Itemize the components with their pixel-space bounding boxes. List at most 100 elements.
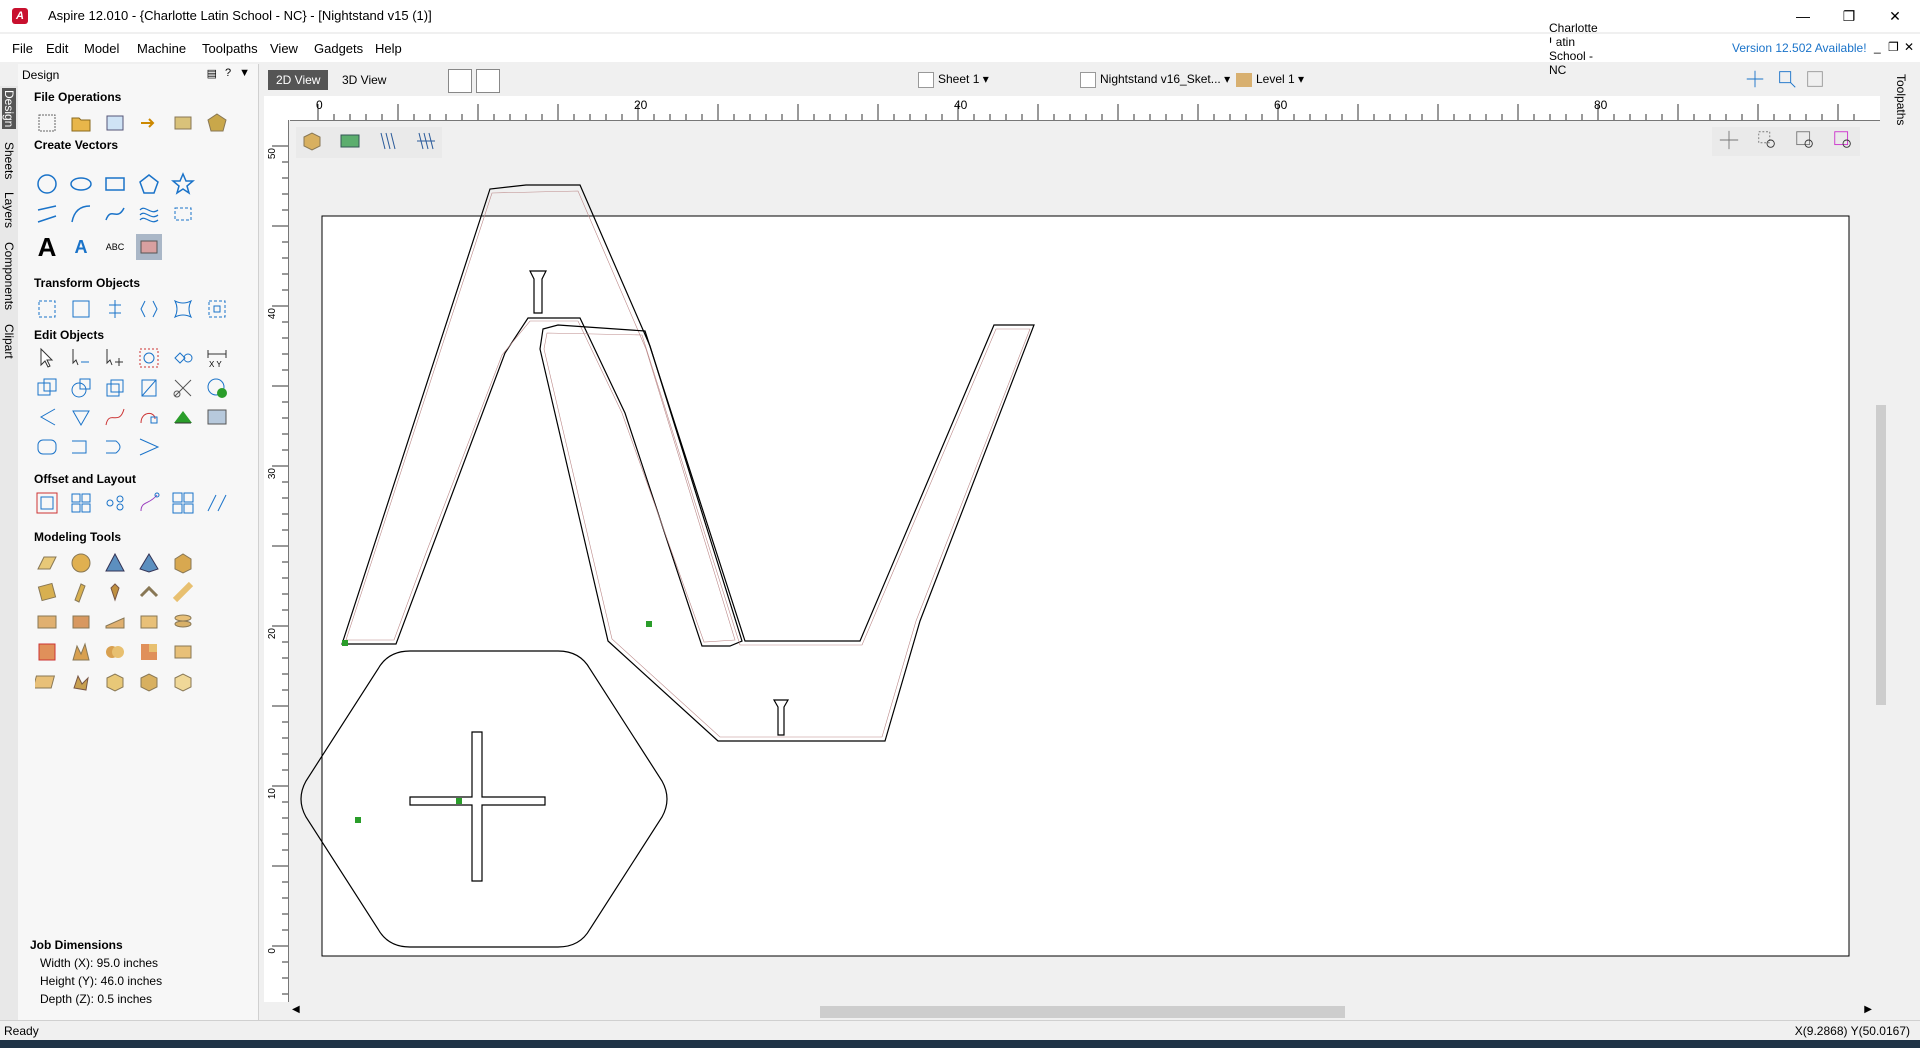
distort-model-icon[interactable] <box>136 609 162 635</box>
emboss-icon[interactable] <box>68 669 94 695</box>
smooth-curve-icon[interactable] <box>102 404 128 430</box>
shape-editor-icon[interactable] <box>34 550 60 576</box>
draw-hatch-icon[interactable] <box>136 201 162 227</box>
help-icon[interactable]: ? <box>225 67 231 80</box>
subtract-icon[interactable] <box>68 375 94 401</box>
doc-close-icon[interactable]: ✕ <box>1904 40 1914 54</box>
dogbone-icon[interactable] <box>136 434 162 460</box>
node-edit-icon[interactable] <box>68 345 94 371</box>
extrude-icon[interactable] <box>34 579 60 605</box>
transform-mode-icon[interactable] <box>102 345 128 371</box>
draw-rectangle-icon[interactable] <box>102 171 128 197</box>
label-layout-icon[interactable] <box>170 490 196 516</box>
image-vector-icon[interactable] <box>204 404 230 430</box>
menu-gadgets[interactable]: Gadgets <box>314 41 363 56</box>
split-horizontal-icon[interactable] <box>448 69 472 93</box>
grid-toggle-icon[interactable] <box>1804 68 1828 90</box>
draw-circle-icon[interactable] <box>34 171 60 197</box>
dome-icon[interactable] <box>68 550 94 576</box>
horizontal-scroll-thumb[interactable] <box>820 1006 1345 1018</box>
cube-icon[interactable] <box>170 550 196 576</box>
menu-edit[interactable]: Edit <box>46 41 68 56</box>
dimensions-toggle-icon[interactable] <box>1776 68 1800 90</box>
slice-icon[interactable] <box>136 639 162 665</box>
chisel-icon[interactable] <box>102 579 128 605</box>
weld-icon[interactable] <box>34 375 60 401</box>
draw-star-icon[interactable] <box>170 171 196 197</box>
intersect-icon[interactable] <box>102 375 128 401</box>
copy-along-icon[interactable] <box>102 490 128 516</box>
prism-icon[interactable] <box>102 550 128 576</box>
drawing-canvas[interactable] <box>290 121 1870 1002</box>
align-icon[interactable] <box>102 296 128 322</box>
fade-icon[interactable] <box>68 609 94 635</box>
sculpt-icon[interactable] <box>136 579 162 605</box>
shapes-select-icon[interactable] <box>170 345 196 371</box>
extend-vector-icon[interactable] <box>68 434 94 460</box>
tab-components[interactable]: Components <box>2 242 16 310</box>
pyramid-icon[interactable] <box>136 550 162 576</box>
fillet-icon[interactable] <box>34 404 60 430</box>
snap-icon[interactable] <box>1744 68 1768 90</box>
tab-toolpaths[interactable]: Toolpaths <box>1894 74 1908 125</box>
doc-restore-icon[interactable]: ❐ <box>1888 40 1899 54</box>
trace-bitmap-icon[interactable] <box>136 234 162 260</box>
import-model-icon[interactable] <box>204 110 230 136</box>
select-icon[interactable] <box>34 345 60 371</box>
level-selector[interactable]: Level 1 ▾ <box>1236 72 1304 87</box>
texture-area-icon[interactable] <box>34 609 60 635</box>
pin-icon[interactable]: ▼ <box>239 67 250 80</box>
sheet-selector[interactable]: Sheet 1 ▾ <box>918 72 989 88</box>
component-group-icon[interactable] <box>136 669 162 695</box>
collapse-panel-icon[interactable]: ▤ <box>207 67 217 80</box>
layer-stack-icon[interactable] <box>170 609 196 635</box>
selection-tools-icon[interactable] <box>136 345 162 371</box>
horizontal-scrollbar[interactable]: ◀ ▶ <box>290 1002 1874 1020</box>
move-icon[interactable] <box>34 296 60 322</box>
mirror-icon[interactable] <box>136 296 162 322</box>
restore-icon[interactable]: ❐ <box>1826 0 1872 32</box>
tab-design[interactable]: Design <box>2 88 16 130</box>
draw-arc-icon[interactable] <box>68 201 94 227</box>
tab-clipart[interactable]: Clipart <box>2 324 16 359</box>
text-on-curve-icon[interactable]: ABC <box>102 234 128 260</box>
menu-view[interactable]: View <box>270 41 298 56</box>
menu-file[interactable]: File <box>12 41 33 56</box>
two-rail-sweep-icon[interactable] <box>68 579 94 605</box>
import-vectors-icon[interactable] <box>136 110 162 136</box>
scroll-right-icon[interactable]: ▶ <box>1864 1004 1872 1015</box>
smooth-tool-icon[interactable] <box>170 579 196 605</box>
close-icon[interactable]: ✕ <box>1872 0 1918 32</box>
auto-layout-text-icon[interactable]: A <box>68 234 94 260</box>
draw-ellipse-icon[interactable] <box>68 171 94 197</box>
menu-toolpaths[interactable]: Toolpaths <box>202 41 258 56</box>
open-file-icon[interactable] <box>68 110 94 136</box>
draw-polygon-icon[interactable] <box>136 171 162 197</box>
vector-texture-icon[interactable] <box>170 404 196 430</box>
sketch-selector[interactable]: Nightstand v16_Sket... ▾ <box>1080 72 1230 88</box>
version-update-link[interactable]: Version 12.502 Available! <box>1732 41 1867 55</box>
vertical-scroll-thumb[interactable] <box>1876 405 1886 705</box>
chamfer-icon[interactable] <box>68 404 94 430</box>
tab-sheets[interactable]: Sheets <box>2 142 16 179</box>
trim-icon[interactable] <box>136 375 162 401</box>
offset-icon[interactable] <box>34 490 60 516</box>
scroll-left-icon[interactable]: ◀ <box>292 1004 300 1015</box>
text-nest-icon[interactable] <box>204 490 230 516</box>
menu-help[interactable]: Help <box>375 41 402 56</box>
bake-icon[interactable] <box>34 669 60 695</box>
draw-text-icon[interactable]: A <box>34 232 60 262</box>
flatten-icon[interactable] <box>170 639 196 665</box>
draw-polyline-icon[interactable] <box>34 201 60 227</box>
split-vertical-icon[interactable] <box>476 69 500 93</box>
copy-along-curve-icon[interactable] <box>136 490 162 516</box>
draw-dimension-icon[interactable] <box>170 201 196 227</box>
import-bitmap-icon[interactable] <box>170 110 196 136</box>
component-icon[interactable] <box>102 669 128 695</box>
doc-minimize-icon[interactable]: _ <box>1874 40 1881 54</box>
minimize-icon[interactable]: — <box>1780 0 1826 32</box>
model-boundary-icon[interactable] <box>34 639 60 665</box>
tab-layers[interactable]: Layers <box>2 192 16 228</box>
model-cube-icon[interactable] <box>170 669 196 695</box>
curve-fit-icon[interactable] <box>136 404 162 430</box>
